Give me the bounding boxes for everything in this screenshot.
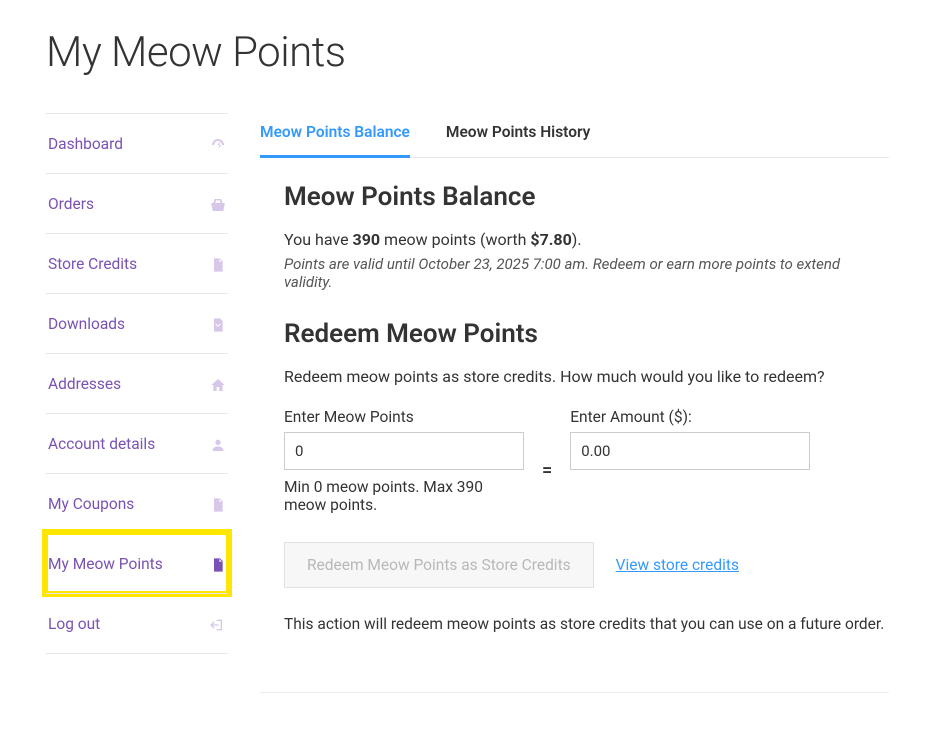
amount-input[interactable] [570, 432, 810, 470]
sidebar-item-log-out: Log out [46, 593, 228, 654]
sidebar-item-label: Downloads [48, 315, 125, 333]
sidebar-link-dashboard[interactable]: Dashboard [46, 114, 228, 173]
tabs: Meow Points Balance Meow Points History [260, 113, 889, 158]
basket-icon [208, 194, 226, 213]
page-title: My Meow Points [46, 28, 889, 77]
equals-sign: = [542, 442, 552, 481]
validity-note: Points are valid until October 23, 2025 … [284, 255, 889, 291]
sidebar-link-my-coupons[interactable]: My Coupons [46, 474, 228, 533]
user-icon [208, 434, 226, 453]
balance-heading: Meow Points Balance [284, 182, 889, 212]
summary-mid: meow points (worth [380, 230, 530, 249]
sidebar-link-downloads[interactable]: Downloads [46, 294, 228, 353]
sidebar-item-my-meow-points: My Meow Points [46, 533, 228, 593]
file-icon [208, 554, 226, 573]
sidebar-item-my-coupons: My Coupons [46, 473, 228, 533]
sidebar-link-my-meow-points[interactable]: My Meow Points [46, 534, 228, 593]
redeem-description: Redeem meow points as store credits. How… [284, 367, 889, 386]
tab-balance[interactable]: Meow Points Balance [260, 113, 410, 158]
sidebar-item-label: Store Credits [48, 255, 137, 273]
action-row: Redeem Meow Points as Store Credits View… [284, 542, 889, 588]
sidebar-item-downloads: Downloads [46, 293, 228, 353]
sidebar-link-account-details[interactable]: Account details [46, 414, 228, 473]
account-sidebar: Dashboard Orders Store Credits [46, 113, 228, 654]
dashboard-icon [208, 134, 226, 153]
amount-field: Enter Amount ($): [570, 408, 810, 470]
home-icon [208, 374, 226, 393]
sidebar-item-account-details: Account details [46, 413, 228, 473]
redeem-button[interactable]: Redeem Meow Points as Store Credits [284, 542, 594, 588]
sidebar-item-label: Addresses [48, 375, 121, 393]
points-value: 390 [353, 230, 381, 249]
amount-label: Enter Amount ($): [570, 408, 810, 426]
tab-history[interactable]: Meow Points History [446, 113, 590, 158]
sidebar-item-label: Dashboard [48, 135, 123, 153]
worth-value: $7.80 [530, 230, 571, 249]
points-constraints: Min 0 meow points. Max 390 meow points. [284, 478, 524, 514]
sidebar-item-label: My Coupons [48, 495, 134, 513]
sidebar-link-addresses[interactable]: Addresses [46, 354, 228, 413]
redeem-footnote: This action will redeem meow points as s… [284, 612, 889, 636]
redeem-heading: Redeem Meow Points [284, 319, 889, 349]
main-content: Meow Points Balance Meow Points History … [260, 113, 889, 693]
sidebar-link-store-credits[interactable]: Store Credits [46, 234, 228, 293]
file-icon [208, 494, 226, 513]
sidebar-item-label: Account details [48, 435, 155, 453]
sidebar-link-orders[interactable]: Orders [46, 174, 228, 233]
redeem-form-row: Enter Meow Points Min 0 meow points. Max… [284, 408, 889, 514]
summary-prefix: You have [284, 230, 353, 249]
sidebar-link-log-out[interactable]: Log out [46, 594, 228, 653]
sidebar-item-label: Log out [48, 615, 100, 633]
logout-icon [208, 614, 226, 633]
sidebar-item-label: My Meow Points [48, 555, 163, 573]
points-field: Enter Meow Points Min 0 meow points. Max… [284, 408, 524, 514]
summary-suffix: ). [572, 230, 582, 249]
download-icon [208, 314, 226, 333]
view-store-credits-link[interactable]: View store credits [616, 556, 739, 574]
sidebar-item-dashboard: Dashboard [46, 113, 228, 173]
points-input[interactable] [284, 432, 524, 470]
file-icon [208, 254, 226, 273]
points-label: Enter Meow Points [284, 408, 524, 426]
balance-summary: You have 390 meow points (worth $7.80). [284, 230, 889, 249]
sidebar-item-orders: Orders [46, 173, 228, 233]
sidebar-item-store-credits: Store Credits [46, 233, 228, 293]
sidebar-item-label: Orders [48, 195, 94, 213]
sidebar-item-addresses: Addresses [46, 353, 228, 413]
